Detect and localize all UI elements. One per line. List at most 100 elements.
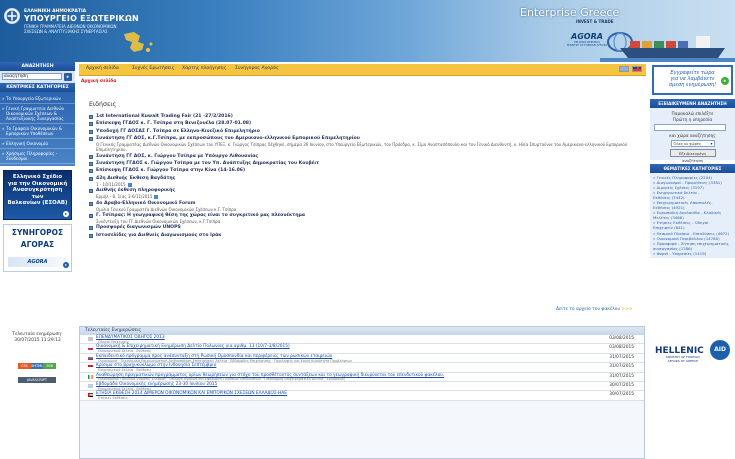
news-heading: Ειδήσεις	[89, 101, 117, 108]
poland-flag-icon	[88, 346, 93, 351]
aid-circle-icon: AID	[710, 340, 730, 360]
ireland-flag-icon	[88, 374, 93, 379]
breadcrumb[interactable]: Αρχική σελίδα	[81, 79, 116, 84]
double-arrow-icon: >>>	[621, 307, 633, 312]
category-ministry[interactable]: Το Υπουργείο Εξωτερικών	[0, 94, 75, 104]
page: ΕΛΛΗΝΙΚΗ ΔΗΜΟΚΡΑΤΙΑ ΥΠΟΥΡΓΕΙΟ ΕΞΩΤΕΡΙΚΩΝ…	[0, 0, 735, 459]
category-useful-links[interactable]: Χρήσιμες Πληροφορίες - Σύνδεσμοι	[0, 149, 75, 164]
theme-link[interactable]: » Διαγωνισμοί - Προμήθειες (3381)	[653, 180, 732, 185]
w3c-badges[interactable]: CSS XHTML 508	[18, 363, 57, 369]
news-item[interactable]: Συνάντηση ΓΓ ΔΟΣ, κ. Γιώργου Τσίπρα με Υ…	[89, 154, 637, 160]
advanced-search-box: Παρακαλώ επιλέξτε Πρώτη η υπηρεσία και χ…	[650, 108, 735, 163]
bullet-icon	[89, 176, 93, 181]
news-item[interactable]: Επίσκεψη ΓΓΔΟΣ κ. Γ. Τσίπρα στη Βενεζουέ…	[89, 121, 637, 127]
central-categories-list: Το Υπουργείο Εξωτερικών Γενική Γραμματεί…	[0, 92, 75, 166]
thematic-categories-list: » Γενικές Πληροφορίες (2204) » Διαγωνισμ…	[650, 172, 735, 258]
uae-flag-icon	[88, 393, 93, 398]
update-row[interactable]: Οικονομική & Επιχειρηματική Ενημέρωση Δε…	[80, 344, 644, 354]
russia-flag-icon	[88, 355, 93, 360]
javascript-badge[interactable]: JAVASCRIPT	[18, 377, 56, 383]
advanced-search-button[interactable]: Εξειδικευμένη αναζήτηση	[669, 148, 716, 163]
bullet-icon	[89, 137, 93, 142]
greek-seal-icon[interactable]	[4, 8, 20, 24]
register-banner[interactable]: Εγγραφείτε τώρα για να λαμβάνετε άμεση ε…	[652, 65, 733, 95]
bullet-icon	[89, 115, 93, 119]
market-advocate-banner[interactable]: ΣΥΝΗΓΟΡΟΣ ΑΓΟΡΑΣ AGORA ▸	[3, 224, 72, 272]
enterprise-greece-tagline: INVEST & TRADE	[576, 19, 614, 24]
bullet-icon	[89, 233, 93, 238]
last-update: Τελευταία ενημέρωση: 30/07/2015 11:29:13	[12, 332, 63, 343]
bullet-icon	[89, 161, 93, 166]
news-item[interactable]: Συνάντηση ΓΓΔΟΣ κ. Γιώργου Τσίπρα με τον…	[89, 161, 637, 167]
ecoab-banner[interactable]: Ελληνικό Σχέδιο για την Οικονομική Ανασυ…	[3, 170, 72, 220]
attachment-icon[interactable]	[127, 182, 132, 187]
enterprise-greece-logo[interactable]: Enterprise Greece	[520, 6, 619, 19]
news-item[interactable]: 42η Διεθνής Έκθεση Βαγδάτης 1 - 10/11/201…	[89, 176, 637, 187]
bullet-icon	[89, 189, 93, 194]
update-row[interactable]: Εβδομάδα Οικονομικής ενημέρωσης 23-30 Ιο…	[80, 381, 644, 392]
archive-link[interactable]: Δείτε το αρχείο του φακέλου >>>	[556, 307, 632, 312]
news-item[interactable]: Επίσκεψη ΓΓΔΟΣ κ. Γιώργου Τσίπρα στην Κί…	[89, 168, 637, 174]
update-row[interactable]: ΕΠΕΝΔΥΜΑΤΙΚΟΣ ΟΔΗΓΟΣ 2013 Οδηγοί Επιχειρ…	[80, 335, 644, 345]
category-general-secretariat[interactable]: Γενική Γραμματεία Διεθνών Οικονομικών Σχ…	[0, 104, 75, 124]
greece-map-icon	[124, 32, 153, 52]
theme-link[interactable]: » Φοροϊ - Υπηρεσίες (1419)	[653, 251, 732, 256]
header-secretariat: ΓΕΝΙΚΗ ΓΡΑΜΜΑΤΕΙΑ ΔΙΕΘΝΩΝ ΟΙΚΟΝΟΜΙΚΩΝ ΣΧ…	[24, 24, 117, 34]
news-item[interactable]: Υποδοχή ΓΓ ΔΟΣΑΣ Γ. Τσίπρα σε Ελληνο-Κιν…	[89, 129, 637, 135]
nav-home[interactable]: Αρχική σελίδα	[86, 66, 119, 71]
document-icon	[88, 337, 93, 341]
hellenic-aid-logo[interactable]: HELLENIC AID MINISTRY OF FOREIGN AFFAIRS …	[652, 340, 732, 366]
cargo-ship-icon	[600, 36, 735, 62]
advanced-search-input[interactable]	[654, 124, 726, 131]
top-nav: Αρχική σελίδα Συχνές Ερωτήσεις Χάρτης πλ…	[79, 64, 646, 76]
recent-updates-heading: Τελευταίες Ενημερώσεις	[80, 327, 644, 335]
update-row[interactable]: Κρίσιμα στο βραχυκύκλωμα στην Ινδονησία …	[80, 363, 644, 373]
attachment-icon[interactable]	[154, 195, 159, 200]
bullet-icon	[89, 213, 93, 218]
news-item[interactable]: Διεθνής έκθεση πληροφορικής Ερμήλ - 8, 1(…	[89, 188, 637, 200]
bullet-icon	[89, 122, 93, 127]
right-sidebar: Εγγραφείτε τώρα για να λαμβάνετε άμεση ε…	[650, 62, 735, 459]
bullet-icon	[89, 201, 93, 206]
category-trade-office[interactable]: Το Γραφείο Οικονομικών & Εμπορικών Υποθέ…	[0, 124, 75, 139]
recent-updates-panel: Τελευταίες Ενημερώσεις ΕΠΕΝΔΥΜΑΤΙΚΟΣ ΟΔΗ…	[79, 326, 645, 459]
country-select[interactable]: Όλες οι χώρες	[670, 139, 715, 147]
search-heading: ΑΝΑΖΗΤΗΣΗ	[0, 62, 75, 71]
search-go-button[interactable]: ▸	[64, 73, 72, 81]
news-item[interactable]: Γ. Τσίπρας: Η γεωγραφική θέση της χώρας …	[89, 213, 637, 224]
greek-flag-icon[interactable]	[619, 66, 629, 72]
update-row[interactable]: Αναθεώρηση πραγματικών προγράμματος ορίω…	[80, 372, 644, 382]
news-list: 1st International Kuwait Trading Fair (2…	[89, 114, 637, 240]
news-item[interactable]: Προσφορές διαγωνισμών UNOPS	[89, 225, 637, 231]
header-ministry[interactable]: ΥΠΟΥΡΓΕΙΟ ΕΞΩΤΕΡΙΚΩΝ	[24, 14, 139, 23]
advanced-search-heading: ΕΞΕΙΔΙΚΕΥΜΕΝΗ ΑΝΑΖΗΤΗΣΗ	[650, 99, 735, 108]
theme-link[interactable]: » Θεσμικό Πλαίσιο - Επενδύσεις (4672)	[653, 231, 732, 236]
news-item[interactable]: Ιστοσελίδες για Διεθνείς Διαγωνισμούς στ…	[89, 233, 637, 239]
document-icon	[88, 383, 93, 388]
update-row[interactable]: ΕΤΗΣΙΑ ΕΚΘΕΣΗ 2014 ΔΙΜΕΡΩΝ ΟΙΚΟΝΟΜΙΚΩΝ Κ…	[80, 391, 644, 401]
nav-faq[interactable]: Συχνές Ερωτήσεις	[132, 66, 174, 71]
nav-sitemap[interactable]: Χάρτης πλοήγησης	[182, 66, 226, 71]
bullet-icon	[89, 154, 93, 159]
arrow-right-icon: ▸	[721, 77, 729, 85]
bullet-icon	[89, 169, 93, 174]
news-item[interactable]: 4ο Αραβο-Ελληνικό Οικονομικό Forum Ομιλία…	[89, 201, 637, 212]
news-item[interactable]: Συνάντηση ΓΓ ΔΟΣ, κ.Γ.Τσίπρα, με εκπροσώ…	[89, 136, 637, 152]
agora-strip: AGORA	[8, 257, 67, 267]
left-sidebar: ΑΝΑΖΗΤΗΣΗ ▸ ΚΕΝΤΡΙΚΕΣ ΚΑΤΗΓΟΡΙΕΣ Το Υπου…	[0, 62, 75, 459]
news-item[interactable]: 1st International Kuwait Trading Fair (2…	[89, 114, 637, 120]
language-flags	[619, 66, 642, 72]
arrow-right-icon: ▸	[63, 211, 69, 217]
thematic-categories-heading: ΘΕΜΑΤΙΚΕΣ ΚΑΤΗΓΟΡΙΕΣ	[650, 163, 735, 173]
arrow-right-icon: ▸	[63, 262, 69, 268]
search-input[interactable]	[2, 73, 62, 80]
nav-market-advocate[interactable]: Συνήγορος Αγοράς	[235, 66, 279, 71]
bullet-icon	[89, 226, 93, 231]
bullet-icon	[89, 129, 93, 134]
indonesia-flag-icon	[88, 365, 93, 370]
category-greek-economy[interactable]: Ελληνική Οικονομία	[0, 139, 75, 149]
search-box: ▸	[0, 71, 75, 83]
update-row[interactable]: Εκπαιδευτικό πρόγραμμα προς ανάσυνταξη σ…	[80, 353, 644, 364]
site-header: ΕΛΛΗΝΙΚΗ ΔΗΜΟΚΡΑΤΙΑ ΥΠΟΥΡΓΕΙΟ ΕΞΩΤΕΡΙΚΩΝ…	[0, 0, 735, 62]
uk-flag-icon[interactable]	[632, 66, 642, 72]
